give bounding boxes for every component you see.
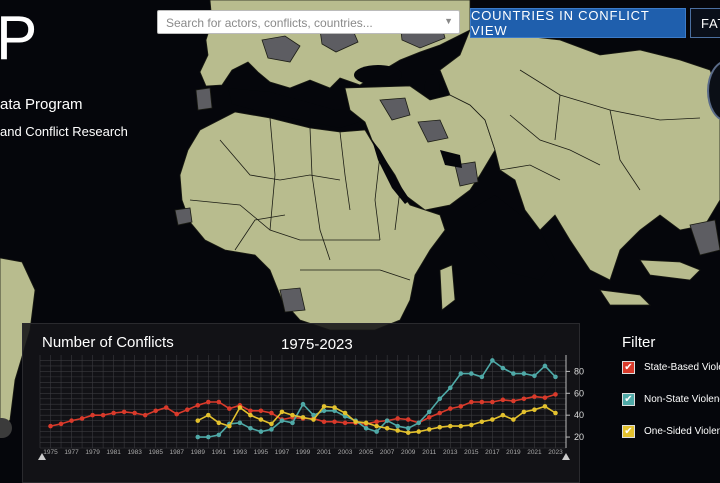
checkbox-non-state[interactable]: ✔ <box>622 393 635 406</box>
countries-in-conflict-view-button[interactable]: COUNTRIES IN CONFLICT VIEW <box>470 8 686 38</box>
checkbox-one-sided[interactable]: ✔ <box>622 425 635 438</box>
filter-title: Filter <box>622 334 656 351</box>
app-logo: P <box>0 4 38 73</box>
filter-one-sided[interactable]: ✔ One-Sided Violence <box>622 425 720 438</box>
checkbox-state-based[interactable]: ✔ <box>622 361 635 374</box>
search-input[interactable] <box>164 11 438 35</box>
filter-label-one-sided: One-Sided Violence <box>644 426 720 437</box>
chart-range: 1975-2023 <box>281 336 353 353</box>
filter-label-state-based: State-Based Violence <box>644 362 720 373</box>
program-title: ata Program <box>0 96 83 113</box>
countries-view-label: COUNTRIES IN CONFLICT VIEW <box>471 8 650 38</box>
filter-state-based[interactable]: ✔ State-Based Violence <box>622 361 720 374</box>
fatalities-label: FAT <box>701 15 720 31</box>
filter-non-state[interactable]: ✔ Non-State Violence <box>622 393 720 406</box>
department-title: and Conflict Research <box>0 124 128 139</box>
search-box[interactable]: ▼ <box>157 10 460 35</box>
dropdown-caret-icon[interactable]: ▼ <box>444 16 453 26</box>
fatalities-view-button[interactable]: FAT <box>690 8 720 38</box>
chart-title: Number of Conflicts <box>42 334 174 351</box>
filter-label-non-state: Non-State Violence <box>644 394 720 405</box>
